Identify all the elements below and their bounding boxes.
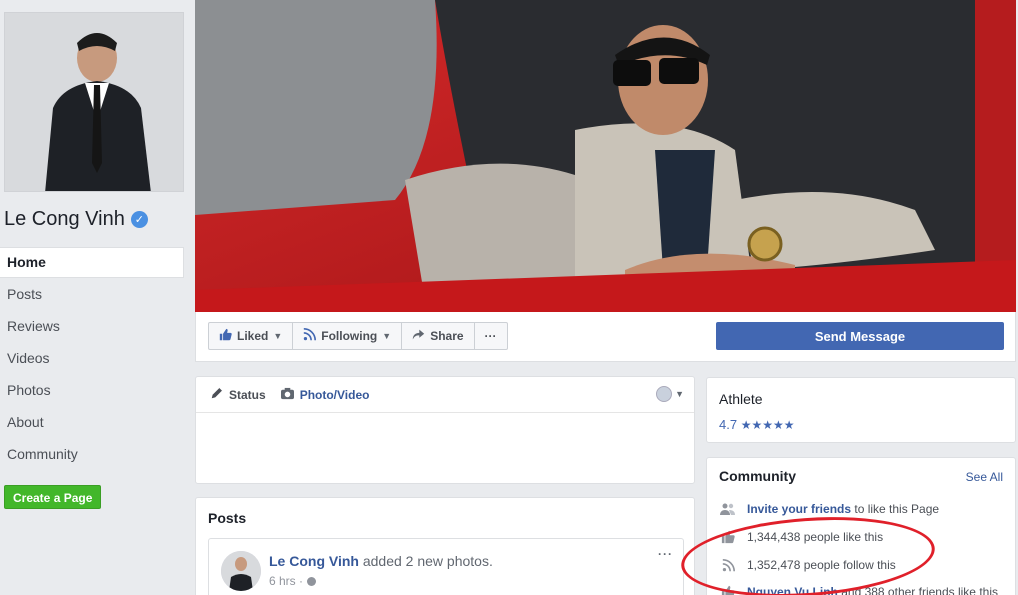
- friends-icon: [719, 502, 737, 516]
- more-dots-icon: ···: [484, 329, 497, 343]
- nav-item-reviews[interactable]: Reviews: [0, 310, 184, 342]
- post-author-avatar[interactable]: [221, 551, 261, 591]
- post-timestamp[interactable]: 6 hrs ·: [269, 574, 303, 588]
- invite-friends-link[interactable]: Invite your friends: [747, 502, 851, 516]
- likes-row: 1,344,438 people like this: [719, 530, 883, 544]
- follows-count-text: 1,352,478 people follow this: [747, 558, 896, 572]
- chevron-down-icon: ▼: [273, 331, 283, 341]
- about-box: Athlete 4.7 ★★★★★: [706, 377, 1016, 443]
- community-box: Community See All Invite your friends to…: [706, 457, 1016, 595]
- thumbs-up-icon: [719, 530, 737, 544]
- left-sidebar: Le Cong Vinh ✓ Home Posts Reviews Videos…: [0, 0, 190, 595]
- share-arrow-icon: [412, 328, 425, 344]
- rating-value: 4.7: [719, 417, 738, 432]
- share-label: Share: [430, 329, 464, 343]
- following-label: Following: [321, 329, 378, 343]
- post-header: Le Cong Vinh added 2 new photos.: [269, 553, 493, 569]
- invite-friends-row: Invite your friends to like this Page: [719, 502, 939, 516]
- pencil-icon: [210, 386, 224, 403]
- post-author-link[interactable]: Le Cong Vinh: [269, 553, 359, 569]
- following-button[interactable]: Following ▼: [293, 323, 403, 349]
- posts-title: Posts: [208, 510, 247, 526]
- create-page-button[interactable]: Create a Page: [4, 485, 102, 509]
- nav-item-videos[interactable]: Videos: [0, 342, 184, 374]
- nav-item-posts[interactable]: Posts: [0, 278, 184, 310]
- page-name-text: Le Cong Vinh: [4, 208, 125, 230]
- invite-friends-text: to like this Page: [851, 502, 940, 516]
- send-message-button[interactable]: Send Message: [716, 322, 1004, 350]
- likes-count-text: 1,344,438 people like this: [747, 530, 884, 544]
- chevron-down-icon[interactable]: ▼: [675, 389, 684, 399]
- status-tab[interactable]: Status: [210, 386, 266, 403]
- post-meta: 6 hrs ·: [269, 574, 317, 588]
- star-rating-icon: ★★★★★: [740, 418, 795, 432]
- friends-like-text: and 388 other friends like this: [837, 585, 998, 595]
- post-action-text: added 2 new photos.: [358, 553, 493, 569]
- nav-item-about[interactable]: About: [0, 406, 184, 438]
- liked-button[interactable]: Liked ▼: [209, 323, 294, 349]
- page-action-bar: Liked ▼ Following ▼ Share ··· Send Messa…: [195, 312, 1016, 362]
- camera-icon: [280, 387, 295, 403]
- nav-item-home[interactable]: Home: [0, 247, 184, 278]
- page-name[interactable]: Le Cong Vinh ✓: [4, 208, 148, 231]
- action-button-group: Liked ▼ Following ▼ Share ···: [208, 322, 508, 350]
- composer-tabs: Status Photo/Video ▼: [196, 377, 694, 413]
- share-button[interactable]: Share: [402, 323, 475, 349]
- verified-badge-icon: ✓: [130, 211, 148, 228]
- page-category[interactable]: Athlete: [719, 391, 763, 407]
- liked-label: Liked: [237, 329, 269, 343]
- page-nav: Home Posts Reviews Videos Photos About C…: [0, 247, 184, 470]
- friend-name-link[interactable]: Nguyen Vu Linh: [747, 585, 838, 595]
- friends-like-row: Nguyen Vu Linh and 388 other friends lik…: [719, 585, 998, 595]
- photo-video-label: Photo/Video: [299, 387, 370, 402]
- nav-item-community[interactable]: Community: [0, 438, 184, 470]
- globe-icon: [307, 576, 317, 586]
- community-title: Community: [719, 468, 796, 484]
- nav-item-photos[interactable]: Photos: [0, 374, 184, 406]
- post-composer: Status Photo/Video ▼: [195, 376, 695, 484]
- post-options-button[interactable]: ···: [658, 547, 673, 561]
- page-rating[interactable]: 4.7 ★★★★★: [719, 417, 795, 432]
- follows-row: 1,352,478 people follow this: [719, 558, 896, 572]
- chevron-down-icon: ▼: [382, 331, 392, 341]
- thumbs-up-icon: [719, 585, 737, 595]
- post-card: Le Cong Vinh added 2 new photos. 6 hrs ·…: [208, 538, 684, 595]
- cover-photo[interactable]: [195, 0, 1016, 312]
- profile-picture[interactable]: [4, 12, 184, 192]
- thumbs-up-icon: [219, 328, 232, 344]
- status-label: Status: [229, 387, 266, 402]
- photo-video-tab[interactable]: Photo/Video: [280, 387, 370, 403]
- more-options-button[interactable]: ···: [475, 323, 507, 349]
- posts-section: Posts Le Cong Vinh added 2 new photos. 6…: [195, 497, 695, 595]
- rss-feed-icon: [719, 558, 737, 572]
- posting-as-avatar[interactable]: [656, 386, 672, 402]
- see-all-link[interactable]: See All: [966, 470, 1003, 484]
- rss-feed-icon: [303, 328, 317, 344]
